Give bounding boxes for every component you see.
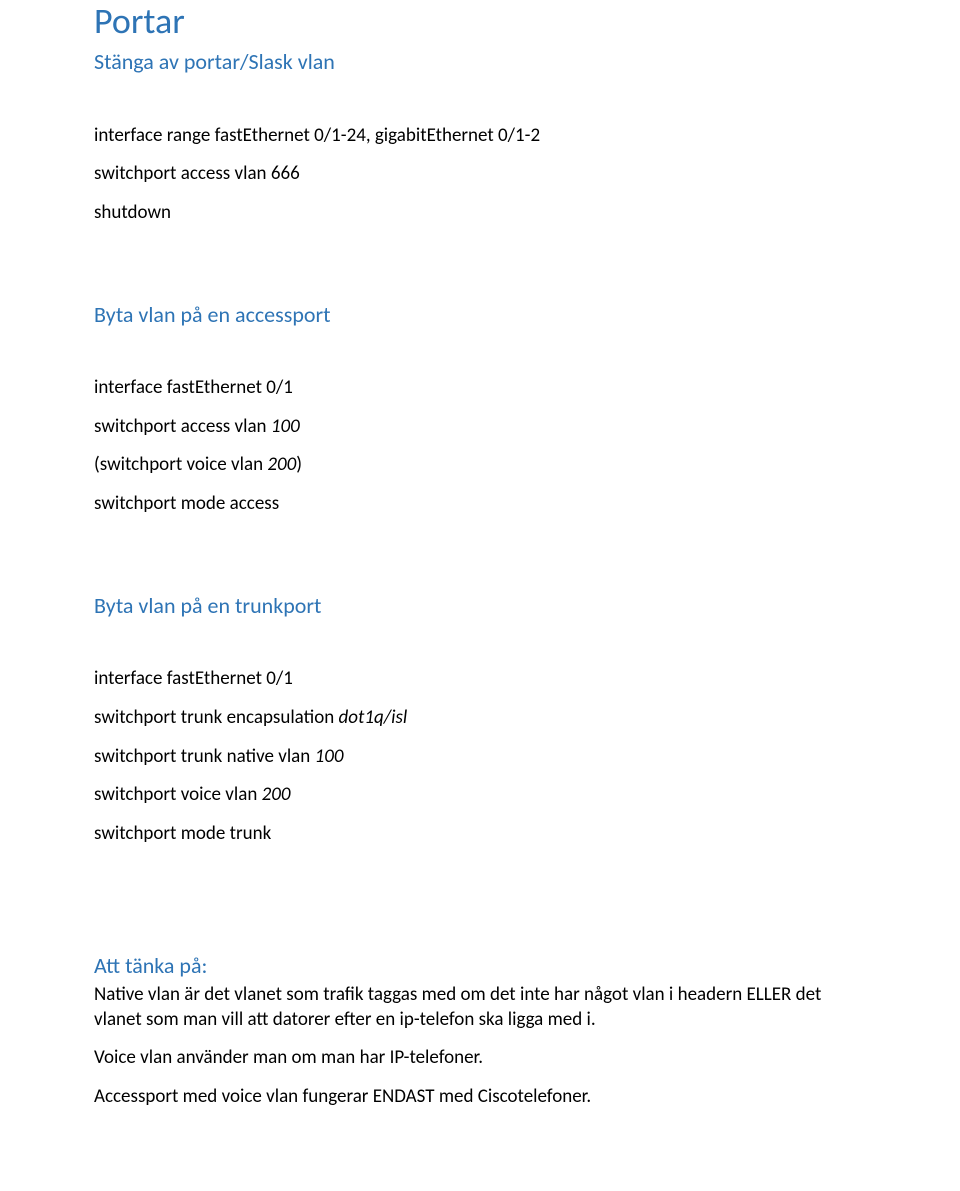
text-italic: 200 bbox=[262, 783, 291, 806]
note-line: Voice vlan använder man om man har IP-te… bbox=[94, 1046, 866, 1071]
notes-heading: Att tänka på: bbox=[94, 953, 866, 979]
section-heading: Stänga av portar/Slask vlan bbox=[94, 49, 866, 75]
code-line: switchport voice vlan 200 bbox=[94, 783, 866, 808]
text: interface range fastEthernet 0/1-24, gig… bbox=[94, 124, 540, 147]
code-line: switchport mode access bbox=[94, 492, 866, 517]
section-heading: Byta vlan på en trunkport bbox=[94, 593, 866, 619]
code-line: switchport access vlan 100 bbox=[94, 415, 866, 440]
text: switchport voice vlan bbox=[94, 783, 262, 806]
code-line: interface range fastEthernet 0/1-24, gig… bbox=[94, 124, 866, 149]
section-heading: Byta vlan på en accessport bbox=[94, 302, 866, 328]
text: switchport access vlan bbox=[94, 415, 271, 438]
code-line: interface fastEthernet 0/1 bbox=[94, 667, 866, 692]
page-title: Portar bbox=[94, 0, 866, 43]
text-italic: 100 bbox=[315, 745, 344, 768]
code-line: switchport mode trunk bbox=[94, 822, 866, 847]
code-line: switchport trunk encapsulation dot1q/isl bbox=[94, 706, 866, 731]
text: switchport trunk native vlan bbox=[94, 745, 315, 768]
code-line: (switchport voice vlan 200) bbox=[94, 453, 866, 478]
code-line: shutdown bbox=[94, 201, 866, 226]
text: interface fastEthernet 0/1 bbox=[94, 667, 293, 690]
text: switchport access vlan 666 bbox=[94, 162, 300, 185]
text-italic: dot1q/isl bbox=[339, 706, 408, 729]
text-italic: 200 bbox=[267, 453, 296, 476]
text: (switchport voice vlan bbox=[94, 453, 267, 476]
text: ) bbox=[296, 453, 302, 476]
text: interface fastEthernet 0/1 bbox=[94, 376, 293, 399]
note-line: Native vlan är det vlanet som trafik tag… bbox=[94, 983, 866, 1032]
code-line: interface fastEthernet 0/1 bbox=[94, 376, 866, 401]
note-line: Accessport med voice vlan fungerar ENDAS… bbox=[94, 1085, 866, 1110]
text: switchport mode trunk bbox=[94, 822, 271, 845]
document-page: Portar Stänga av portar/Slask vlan inter… bbox=[0, 0, 960, 1170]
text: switchport trunk encapsulation bbox=[94, 706, 339, 729]
text-italic: 100 bbox=[271, 415, 300, 438]
text: shutdown bbox=[94, 201, 171, 224]
code-line: switchport trunk native vlan 100 bbox=[94, 745, 866, 770]
text: switchport mode access bbox=[94, 492, 279, 515]
code-line: switchport access vlan 666 bbox=[94, 162, 866, 187]
